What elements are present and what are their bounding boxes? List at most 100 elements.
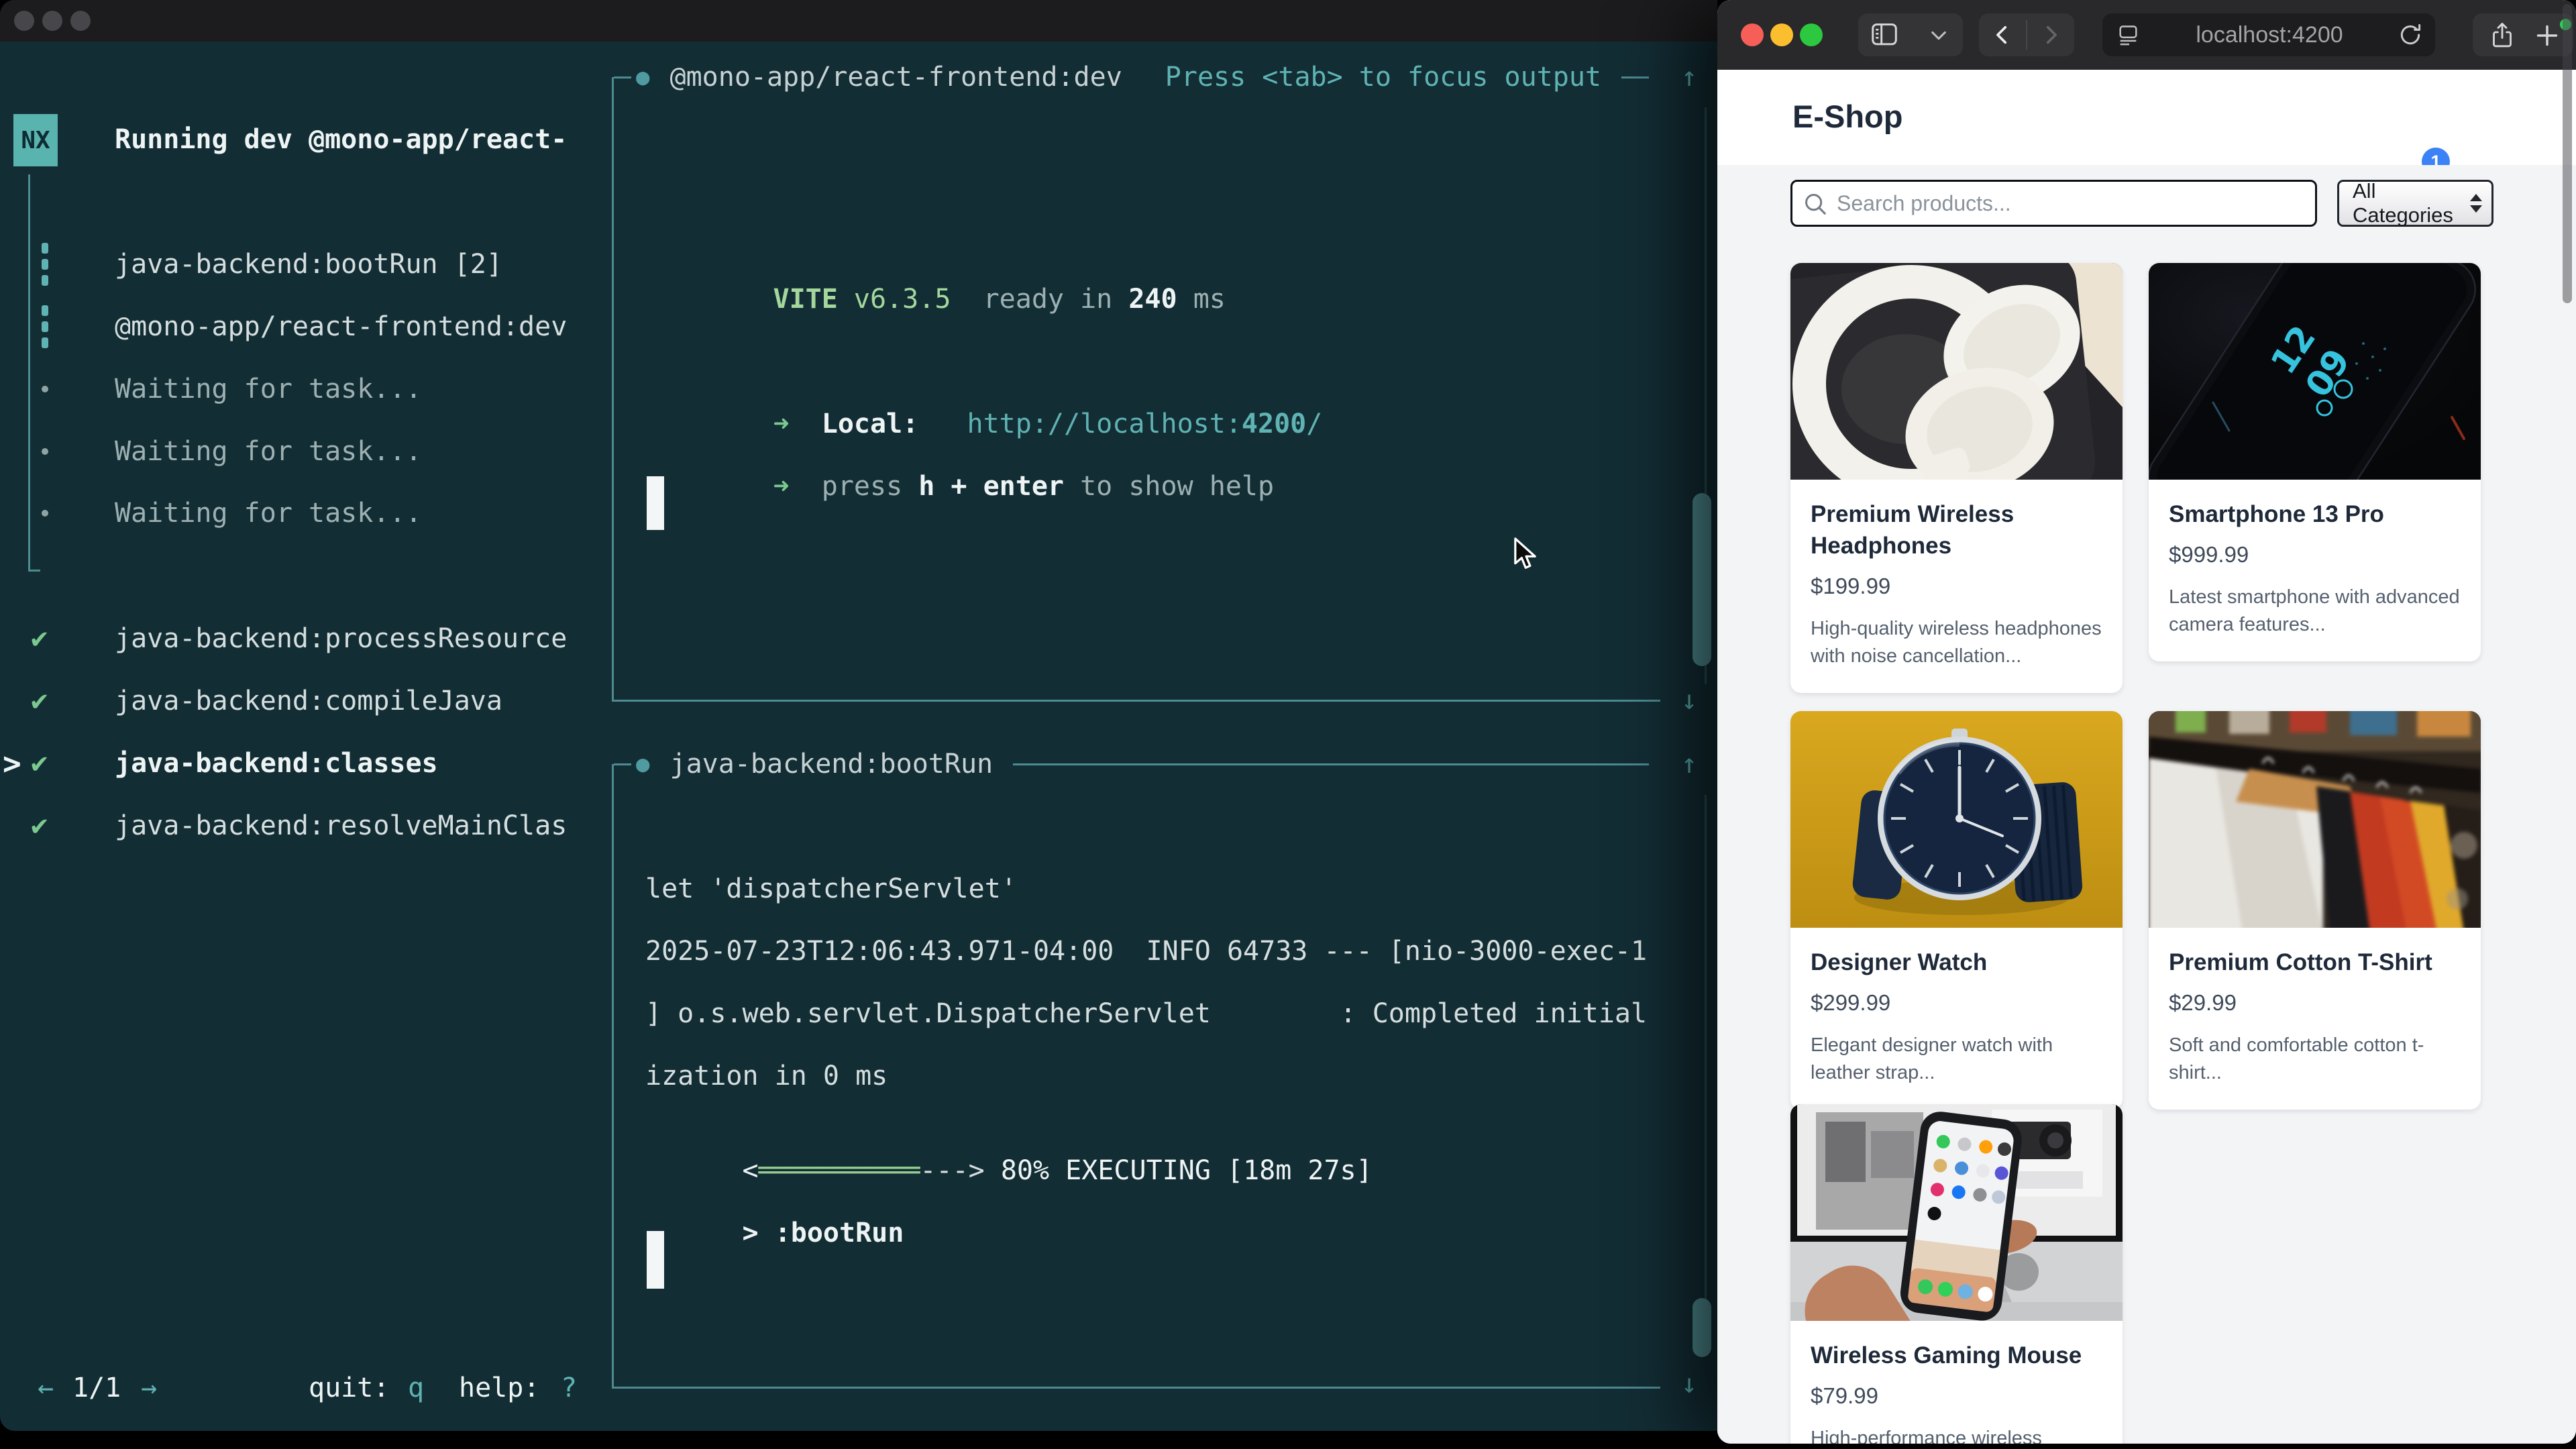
panel-rule [1621, 76, 1649, 78]
log-line: ] o.s.web.servlet.DispatcherServlet : Co… [645, 996, 1647, 1031]
scroll-down-icon[interactable]: ↓ [1681, 683, 1697, 718]
product-description: Soft and comfortable cotton t-shirt... [2169, 1032, 2461, 1087]
scrollbar-thumb[interactable] [1693, 493, 1711, 666]
shop-header: E-Shop 1 [1717, 70, 2576, 166]
product-price: $999.99 [2169, 542, 2461, 568]
pending-dot-icon [42, 448, 48, 455]
close-button[interactable] [1741, 23, 1764, 46]
scroll-up-icon[interactable]: ↑ [1681, 60, 1697, 95]
spinner-icon [42, 275, 48, 286]
search-field-wrap [1790, 180, 2317, 227]
task-bullet-icon: ● [636, 60, 649, 95]
log-line: let 'dispatcherServlet' [645, 871, 1017, 906]
help-post: to show help [1064, 471, 1274, 502]
category-value: All Categories [2353, 179, 2470, 227]
chevron-down-icon[interactable] [1929, 30, 1948, 42]
zoom-button[interactable] [70, 11, 91, 31]
log-line: 2025-07-23T12:06:43.971-04:00 INFO 64733… [645, 934, 1647, 969]
product-image-mouse [1790, 1104, 2123, 1321]
address-bar[interactable]: localhost:4200 [2102, 13, 2435, 56]
prompt-chevron: > [743, 1218, 759, 1248]
product-card[interactable]: Wireless Gaming Mouse $79.99 High-perfor… [1790, 1104, 2123, 1444]
product-price: $79.99 [1811, 1383, 2102, 1409]
back-icon[interactable] [1991, 23, 2014, 47]
zoom-button[interactable] [1800, 23, 1823, 46]
minimize-button[interactable] [1770, 23, 1793, 46]
product-description: Elegant designer watch with leather stra… [1811, 1032, 2102, 1087]
selected-task-chevron-icon: > [3, 746, 21, 781]
local-url-slash[interactable]: / [1306, 409, 1322, 439]
task-row-processresource[interactable]: java-backend:processResource [115, 621, 567, 656]
pager-next-arrow[interactable]: → [141, 1371, 157, 1405]
product-description: Latest smartphone with advanced camera f… [2169, 584, 2461, 639]
page-scrollbar-thumb[interactable] [2563, 4, 2572, 303]
task-row-resolvemainclass[interactable]: java-backend:resolveMainClas [115, 808, 567, 843]
output-panel-frontend-header[interactable]: ● @mono-app/react-frontend:dev Press <ta… [636, 60, 1658, 95]
search-input[interactable] [1790, 180, 2317, 227]
task-row-waiting: Waiting for task... [115, 496, 422, 531]
vite-brand: VITE [773, 284, 838, 315]
task-row-bootrun[interactable]: java-backend:bootRun [2] [115, 247, 502, 282]
vite-help-line: ➜ press h + enter to show help [676, 434, 1274, 539]
browser-window: localhost:4200 E-S [1717, 0, 2576, 1444]
product-card[interactable]: Premium Wireless Headphones $199.99 High… [1790, 263, 2123, 693]
close-button[interactable] [14, 11, 34, 31]
task-row-waiting: Waiting for task... [115, 434, 422, 469]
spinner-icon [42, 243, 48, 254]
panel-title: java-backend:bootRun [669, 747, 993, 782]
prompt-text: :bootRun [775, 1218, 904, 1248]
product-image-headphones [1790, 263, 2123, 480]
pager-prev-arrow[interactable]: ← [38, 1371, 54, 1405]
arrow-icon: ➜ [773, 471, 790, 502]
product-image-watch [1790, 711, 2123, 928]
vite-version [838, 284, 854, 315]
product-name: Smartphone 13 Pro [2169, 498, 2461, 530]
minimize-button[interactable] [42, 11, 62, 31]
task-bullet-icon: ● [636, 747, 649, 782]
page-icon[interactable] [2117, 23, 2141, 46]
scroll-down-icon[interactable]: ↓ [1681, 1366, 1697, 1401]
desktop: NX Running dev @mono-app/react- java-bac… [0, 0, 2576, 1449]
terminal-titlebar[interactable] [0, 0, 1717, 42]
product-name: Premium Cotton T-Shirt [2169, 947, 2461, 978]
new-tab-icon[interactable] [2534, 23, 2560, 48]
task-row-compilejava[interactable]: java-backend:compileJava [115, 684, 502, 718]
product-price: $29.99 [2169, 990, 2461, 1016]
progress-label: 80% EXECUTING [18m 27s] [985, 1155, 1373, 1186]
scrollbar-thumb[interactable] [1693, 1298, 1711, 1357]
url-text[interactable]: localhost:4200 [2141, 22, 2398, 48]
product-image-smartphone: 12 09 [2149, 263, 2481, 480]
scrollbar-track[interactable] [1705, 795, 1707, 1352]
quit-key: q [408, 1371, 424, 1405]
reload-icon[interactable] [2398, 22, 2423, 48]
vite-ready-line: VITE v6.3.5 ready in 240 ms [676, 247, 1226, 352]
product-card[interactable]: 12 09 Smartphone 13 Pro $999.99 [2149, 263, 2481, 661]
task-row-classes-selected[interactable]: java-backend:classes [115, 746, 438, 781]
log-line: ization in 0 ms [645, 1059, 888, 1093]
ready-unit: ms [1193, 284, 1226, 315]
select-stepper-icon [2470, 194, 2482, 213]
help-keys: h + enter [918, 471, 1064, 502]
output-panel-bootrun-header[interactable]: ● java-backend:bootRun [636, 747, 1658, 782]
category-select[interactable]: All Categories [2337, 180, 2493, 227]
sidebar-button-group [1858, 13, 1963, 56]
ready-label: ready in [983, 284, 1113, 315]
sidebar-toggle-icon[interactable] [1870, 22, 1898, 48]
task-row-frontend-dev[interactable]: @mono-app/react-frontend:dev [115, 309, 567, 344]
spinner-icon [42, 321, 48, 332]
progress-tail: ---> [920, 1155, 984, 1186]
share-icon[interactable] [2489, 21, 2516, 50]
forward-icon[interactable] [2039, 23, 2062, 47]
pending-dot-icon [42, 510, 48, 517]
product-price: $299.99 [1811, 990, 2102, 1016]
shop-main: All Categories [1717, 165, 2576, 1444]
terminal-window: NX Running dev @mono-app/react- java-bac… [0, 0, 1717, 1431]
product-card[interactable]: Designer Watch $299.99 Elegant designer … [1790, 711, 2123, 1110]
help-key: ? [561, 1371, 577, 1405]
check-icon: ✔ [31, 745, 48, 780]
divider [2026, 20, 2027, 50]
scroll-up-icon[interactable]: ↑ [1681, 747, 1697, 782]
product-card[interactable]: Premium Cotton T-Shirt $29.99 Soft and c… [2149, 711, 2481, 1110]
quit-label: quit: [309, 1371, 389, 1405]
browser-toolbar: localhost:4200 [1717, 0, 2576, 70]
